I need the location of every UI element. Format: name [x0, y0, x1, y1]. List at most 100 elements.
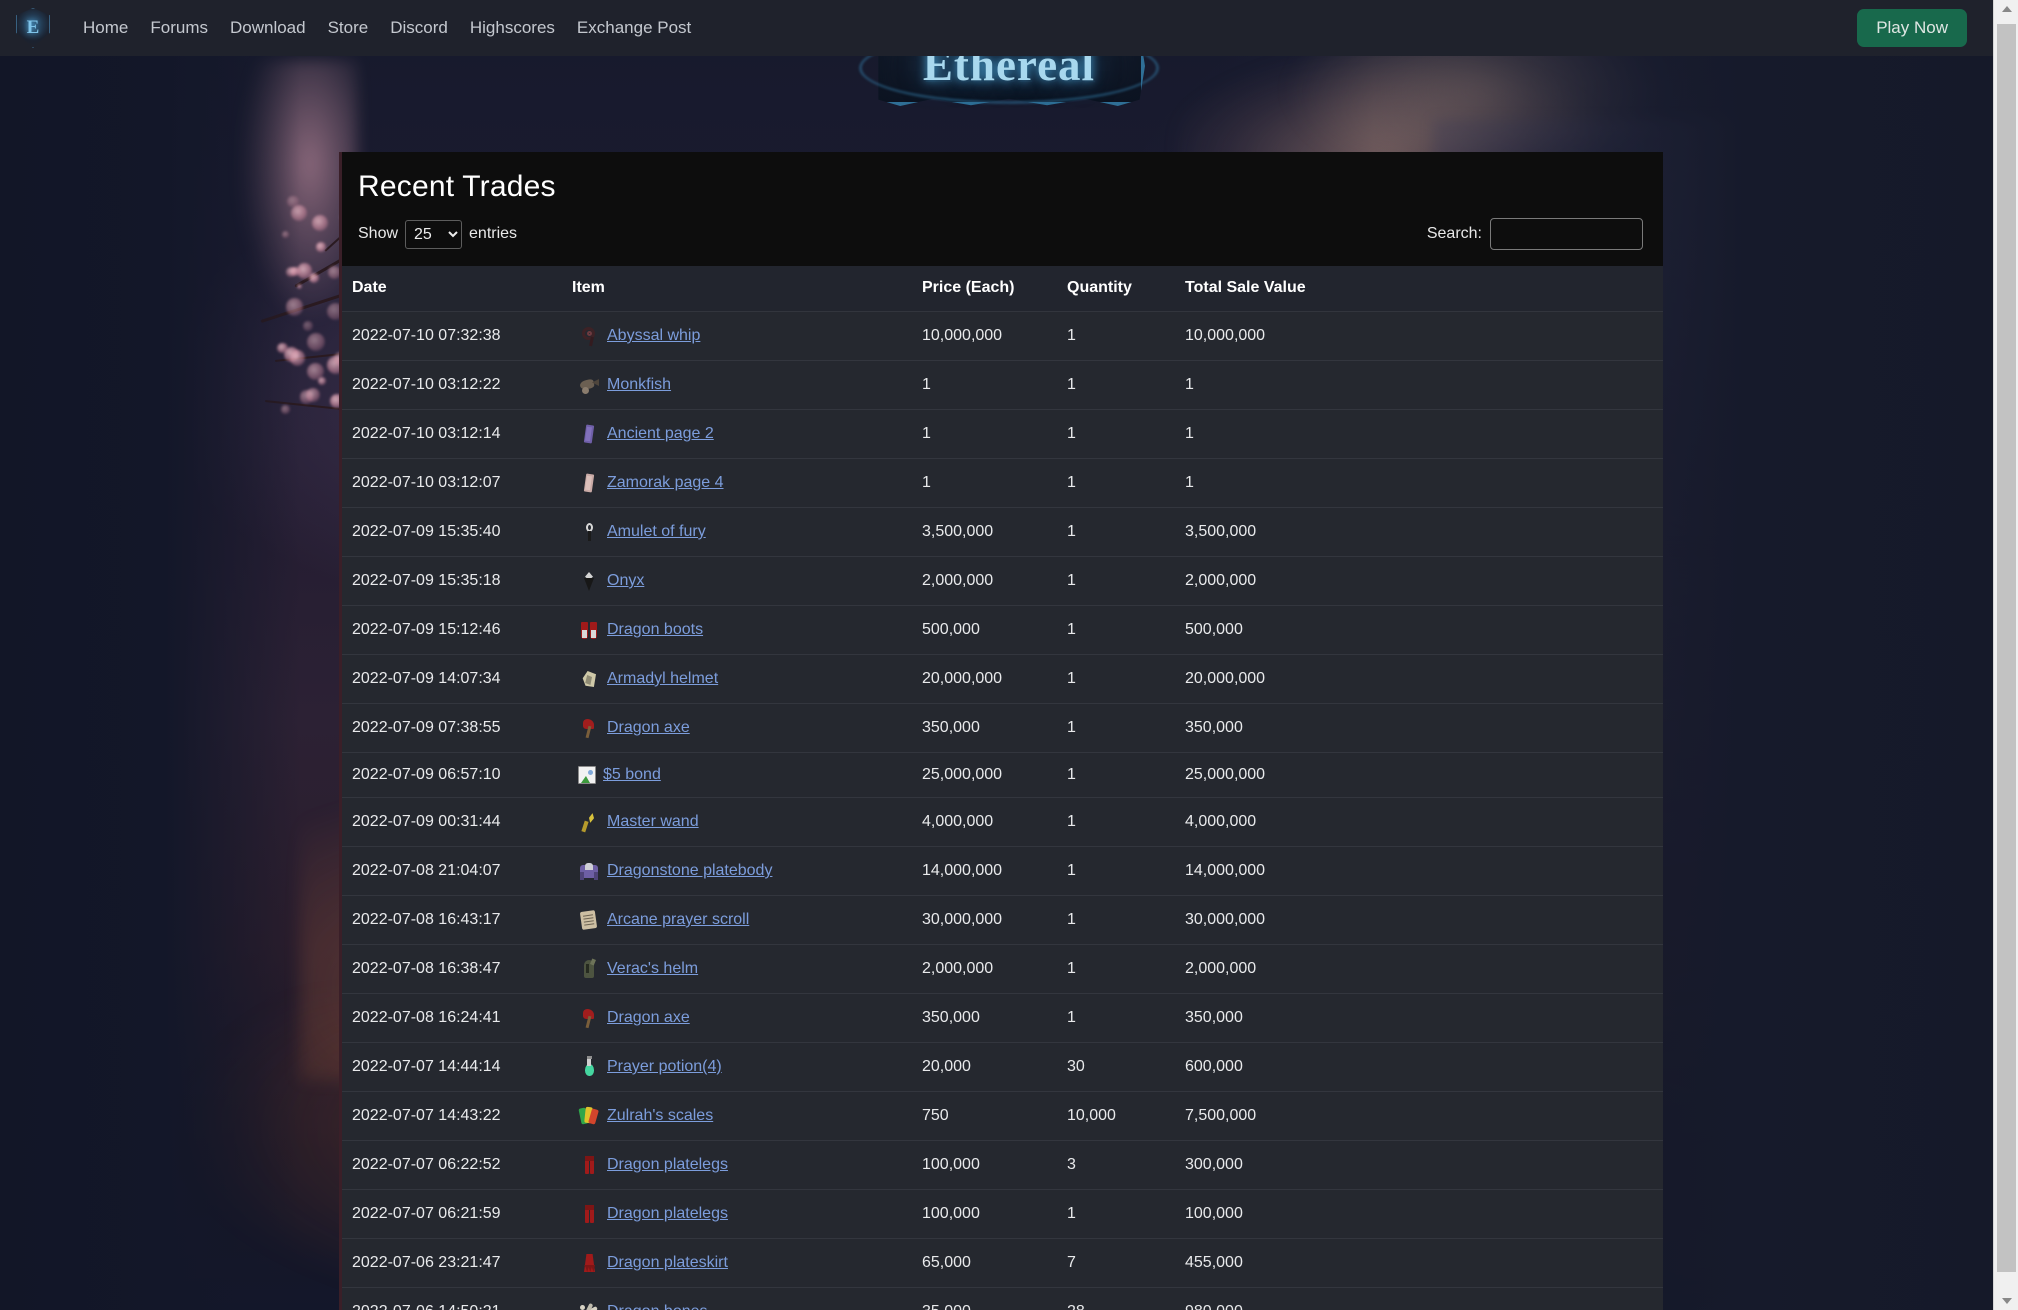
cell-total-sale-value: 1 — [1175, 361, 1415, 410]
browser-scrollbar[interactable] — [1993, 0, 2018, 1310]
cell-quantity: 1 — [1057, 847, 1175, 896]
cell-date: 2022-07-09 06:57:10 — [342, 753, 562, 798]
table-row: 2022-07-06 14:50:21Dragon bones35,000289… — [342, 1288, 1663, 1310]
item-link[interactable]: Armadyl helmet — [607, 670, 718, 688]
cell-quantity: 10,000 — [1057, 1092, 1175, 1141]
cell-total-sale-value: 7,500,000 — [1175, 1092, 1415, 1141]
table-row: 2022-07-07 14:43:22 Zulrah's scales 750 10,… — [342, 1092, 1663, 1141]
cell-quantity: 1 — [1057, 606, 1175, 655]
cell-spacer — [1415, 847, 1663, 896]
cell-spacer — [1415, 896, 1663, 945]
item-link[interactable]: Verac's helm — [607, 960, 698, 978]
nav-link-highscores[interactable]: Highscores — [459, 12, 566, 44]
cell-item: Prayer potion(4) — [562, 1043, 912, 1092]
cell-spacer — [1415, 994, 1663, 1043]
cell-price: 30,000,000 — [912, 896, 1057, 945]
column-header-quantity[interactable]: Quantity — [1057, 266, 1175, 312]
nav-link-home[interactable]: Home — [72, 12, 139, 44]
item-cell: Dragonstone platebody — [572, 860, 902, 882]
cell-price: 100,000 — [912, 1141, 1057, 1190]
cell-spacer — [1415, 361, 1663, 410]
dragon-axe-icon — [578, 1007, 600, 1029]
item-link[interactable]: Dragon axe — [607, 719, 690, 737]
cell-total-sale-value: 2,000,000 — [1175, 945, 1415, 994]
cell-spacer — [1415, 312, 1663, 361]
cell-spacer — [1415, 704, 1663, 753]
cell-spacer — [1415, 1092, 1663, 1141]
nav-link-store[interactable]: Store — [317, 12, 380, 44]
entries-per-page-select[interactable]: 102550100 — [405, 220, 462, 249]
scroll-down-arrow-icon[interactable] — [1994, 1292, 2018, 1310]
cell-quantity: 1 — [1057, 704, 1175, 753]
play-now-button[interactable]: Play Now — [1857, 9, 1967, 47]
cell-quantity: 30 — [1057, 1043, 1175, 1092]
cell-total-sale-value: 500,000 — [1175, 606, 1415, 655]
cell-price: 14,000,000 — [912, 847, 1057, 896]
item-link[interactable]: Dragonstone platebody — [607, 862, 772, 880]
entries-length-control: Show 102550100 entries — [358, 220, 517, 249]
column-header-total[interactable]: Total Sale Value — [1175, 266, 1415, 312]
site-logo-icon[interactable]: E — [16, 8, 50, 48]
cell-date: 2022-07-07 14:43:22 — [342, 1092, 562, 1141]
cell-price: 3,500,000 — [912, 508, 1057, 557]
cell-price: 1 — [912, 459, 1057, 508]
item-link[interactable]: $5 bond — [603, 766, 661, 784]
item-cell: Verac's helm — [572, 958, 902, 980]
cell-quantity: 1 — [1057, 361, 1175, 410]
cell-date: 2022-07-10 03:12:22 — [342, 361, 562, 410]
item-link[interactable]: Dragon axe — [607, 1009, 690, 1027]
cell-spacer — [1415, 508, 1663, 557]
item-link[interactable]: Arcane prayer scroll — [607, 911, 749, 929]
zulrahs-scales-icon — [578, 1105, 600, 1127]
item-cell: Dragon axe — [572, 1007, 902, 1029]
cell-item: Ancient page 2 — [562, 410, 912, 459]
item-cell: Prayer potion(4) — [572, 1056, 902, 1078]
scrollbar-thumb[interactable] — [1997, 24, 2016, 1272]
column-header-date[interactable]: Date — [342, 266, 562, 312]
item-link[interactable]: Dragon plateskirt — [607, 1254, 728, 1272]
item-link[interactable]: Master wand — [607, 813, 699, 831]
cell-date: 2022-07-09 15:35:18 — [342, 557, 562, 606]
table-row: 2022-07-08 16:24:41 Dragon axe 350,000 1 350… — [342, 994, 1663, 1043]
item-link[interactable]: Ancient page 2 — [607, 425, 714, 443]
item-cell: Armadyl helmet — [572, 668, 902, 690]
cell-total-sale-value: 3,500,000 — [1175, 508, 1415, 557]
cell-quantity: 1 — [1057, 945, 1175, 994]
item-link[interactable]: Dragon bones — [607, 1303, 708, 1310]
item-link[interactable]: Dragon platelegs — [607, 1205, 728, 1223]
cell-total-sale-value: 1 — [1175, 410, 1415, 459]
cell-date: 2022-07-08 21:04:07 — [342, 847, 562, 896]
nav-link-forums[interactable]: Forums — [139, 12, 219, 44]
nav-link-exchange-post[interactable]: Exchange Post — [566, 12, 702, 44]
cell-quantity: 1 — [1057, 312, 1175, 361]
item-link[interactable]: Dragon platelegs — [607, 1156, 728, 1174]
broken-image-icon — [578, 766, 596, 784]
column-header-item[interactable]: Item — [562, 266, 912, 312]
cell-date: 2022-07-06 14:50:21 — [342, 1288, 562, 1310]
item-link[interactable]: Onyx — [607, 572, 644, 590]
cell-spacer — [1415, 1239, 1663, 1288]
table-row: 2022-07-10 03:12:22 Monkfish 1 1 1 — [342, 361, 1663, 410]
column-header-price[interactable]: Price (Each) — [912, 266, 1057, 312]
table-row: 2022-07-09 15:35:40 Amulet of fury 3,500,0… — [342, 508, 1663, 557]
cell-item: Dragon plateskirt — [562, 1239, 912, 1288]
cell-item: Verac's helm — [562, 945, 912, 994]
item-link[interactable]: Prayer potion(4) — [607, 1058, 722, 1076]
item-link[interactable]: Abyssal whip — [607, 327, 700, 345]
nav-link-download[interactable]: Download — [219, 12, 317, 44]
item-link[interactable]: Monkfish — [607, 376, 671, 394]
item-link[interactable]: Amulet of fury — [607, 523, 706, 541]
item-link[interactable]: Dragon boots — [607, 621, 703, 639]
table-row: 2022-07-08 21:04:07 Dragonstone platebody… — [342, 847, 1663, 896]
table-body: 2022-07-10 07:32:38 Abyssal whip 10,000,00… — [342, 312, 1663, 1310]
recent-trades-card: Recent Trades Show 102550100 entries Sea… — [339, 152, 1663, 1310]
scroll-up-arrow-icon[interactable] — [1994, 0, 2018, 18]
item-link[interactable]: Zulrah's scales — [607, 1107, 713, 1125]
search-input[interactable] — [1490, 218, 1643, 250]
armadyl-helmet-icon — [578, 668, 600, 690]
cell-total-sale-value: 350,000 — [1175, 994, 1415, 1043]
table-header: Date Item Price (Each) Quantity Total Sa… — [342, 266, 1663, 312]
nav-link-discord[interactable]: Discord — [379, 12, 459, 44]
table-row: 2022-07-08 16:38:47 Verac's helm 2,000,000… — [342, 945, 1663, 994]
item-link[interactable]: Zamorak page 4 — [607, 474, 724, 492]
